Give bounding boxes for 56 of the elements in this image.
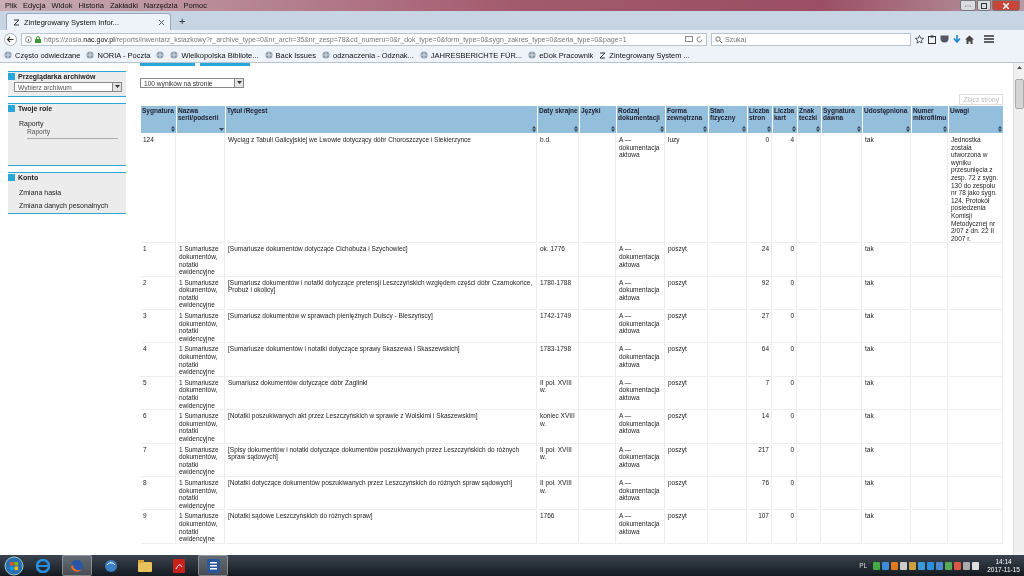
sort-icon[interactable]: [998, 126, 1002, 132]
search-icon: [715, 35, 722, 43]
sort-icon[interactable]: [943, 126, 947, 132]
site-logo-icon: [13, 18, 20, 26]
caret-icon: [236, 81, 242, 85]
sort-icon[interactable]: [742, 126, 746, 132]
back-icon[interactable]: [4, 32, 17, 46]
caret-icon: [114, 85, 120, 89]
sort-icon[interactable]: [816, 126, 820, 132]
maximize-icon: [981, 2, 987, 9]
globe-icon: [419, 51, 428, 59]
menu-icon[interactable]: [984, 35, 994, 43]
globe-icon: [86, 51, 95, 59]
reload-icon[interactable]: [696, 35, 703, 43]
site-logo-icon: [599, 51, 607, 59]
globe-icon: [321, 51, 330, 59]
info-icon: [25, 35, 32, 43]
sort-icon[interactable]: [171, 126, 175, 132]
globe-icon: [528, 51, 537, 59]
lock-icon: [35, 35, 41, 43]
clipboard-icon[interactable]: [928, 34, 936, 44]
pocket-icon[interactable]: [940, 35, 949, 43]
browser-globe-icon: [36, 558, 50, 573]
scrollbar[interactable]: [1013, 63, 1024, 555]
scroll-up-icon[interactable]: [1016, 66, 1022, 70]
caret-icon[interactable]: [219, 128, 224, 132]
start-button[interactable]: [4, 555, 24, 576]
home-icon[interactable]: [965, 34, 974, 44]
mail-client-icon: [104, 558, 118, 573]
folder-icon: [138, 559, 152, 572]
close-button[interactable]: [992, 0, 1020, 11]
close-icon[interactable]: [159, 19, 164, 25]
maximize-button[interactable]: [977, 0, 991, 11]
sort-icon[interactable]: [857, 126, 861, 132]
fox-browser-icon: [70, 558, 84, 573]
globe-icon: [170, 51, 179, 59]
globe-icon: [264, 51, 273, 59]
star-icon[interactable]: [915, 34, 924, 44]
new-tab-button[interactable]: +: [175, 15, 190, 30]
sort-icon[interactable]: [906, 126, 910, 132]
close-icon: [1003, 2, 1009, 9]
reader-view-icon[interactable]: [685, 35, 693, 43]
sort-icon[interactable]: [574, 126, 578, 132]
document-icon: [206, 558, 220, 573]
sort-icon[interactable]: [532, 126, 536, 132]
globe-icon: [4, 51, 12, 59]
taskbar-app[interactable]: [198, 555, 228, 576]
scroll-thumb[interactable]: [1014, 79, 1024, 109]
sort-icon[interactable]: [767, 126, 771, 132]
pdf-icon: [173, 558, 185, 573]
bookmark-item[interactable]: [156, 51, 165, 59]
sort-icon[interactable]: [792, 126, 796, 132]
sort-icon[interactable]: [703, 126, 707, 132]
globe-icon: [156, 51, 165, 59]
sort-icon[interactable]: [611, 126, 615, 132]
sort-icon[interactable]: [660, 126, 664, 132]
